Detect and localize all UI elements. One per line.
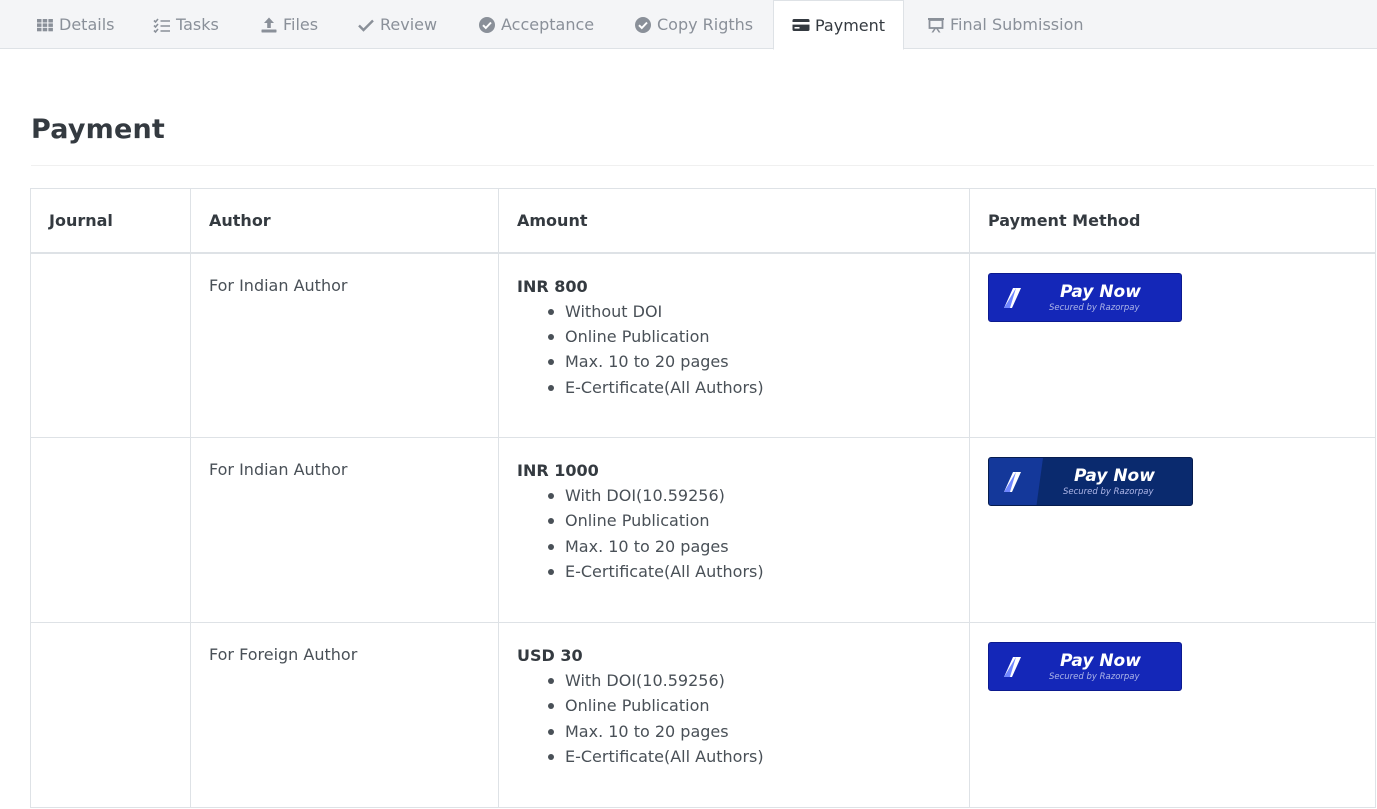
tab-label: Tasks [176,15,219,34]
feature-list: Without DOI Online Publication Max. 10 t… [517,299,951,401]
journal-cell [30,437,191,623]
amount-cell: INR 1000 With DOI(10.59256) Online Publi… [498,437,970,623]
credit-card-icon [792,19,810,31]
pay-now-button[interactable]: Pay Now Secured by Razorpay [988,457,1193,506]
feature-list: With DOI(10.59256) Online Publication Ma… [517,668,951,770]
table-row: For Foreign Author USD 30 With DOI(10.59… [30,622,1376,808]
tab-label: Copy Rigths [657,15,754,34]
page-title: Payment [31,114,166,145]
check-icon [358,19,374,32]
tab-label: Review [380,15,438,34]
tab-payment[interactable]: Payment [773,0,905,50]
table-row: For Indian Author INR 1000 With DOI(10.5… [30,437,1376,623]
feature-item: E-Certificate(All Authors) [547,375,951,400]
secured-by-label: Secured by Razorpay [1049,672,1140,682]
amount-cell: USD 30 With DOI(10.59256) Online Publica… [498,622,970,808]
amount-value: INR 800 [517,276,588,296]
payment-table: Journal Author Amount Payment Method For… [30,188,1376,808]
upload-icon [261,17,277,32]
author-cell: For Indian Author [190,252,499,438]
tab-label: Acceptance [501,15,595,34]
table-row: For Indian Author INR 800 Without DOI On… [30,252,1376,438]
tab-tasks[interactable]: Tasks [153,0,219,49]
secured-by-label: Secured by Razorpay [1063,487,1154,497]
tab-label: Details [59,15,115,34]
secured-by-label: Secured by Razorpay [1049,302,1140,313]
feature-item: E-Certificate(All Authors) [547,744,951,769]
razorpay-logo-icon [989,274,1039,321]
tab-label: Payment [815,15,886,35]
feature-item: With DOI(10.59256) [547,668,951,693]
journal-cell [30,622,191,808]
feature-item: Max. 10 to 20 pages [547,719,951,744]
column-header-amount: Amount [498,188,970,254]
pay-now-label: Pay Now [1060,281,1141,302]
feature-list: With DOI(10.59256) Online Publication Ma… [517,483,951,585]
tab-files[interactable]: Files [260,0,318,49]
amount-value: USD 30 [517,646,583,665]
amount-cell: INR 800 Without DOI Online Publication M… [498,252,970,438]
author-cell: For Foreign Author [190,622,499,808]
column-header-payment-method: Payment Method [969,188,1376,254]
check-circle-icon [479,16,495,33]
check-circle-icon [635,16,651,33]
razorpay-logo-icon [989,643,1039,690]
column-header-journal: Journal [30,188,191,254]
pay-now-button[interactable]: Pay Now Secured by Razorpay [988,272,1182,322]
tab-acceptance[interactable]: Acceptance [478,0,594,49]
pay-now-label: Pay Now [1074,466,1155,486]
feature-item: Max. 10 to 20 pages [547,349,951,374]
tab-review[interactable]: Review [357,0,437,49]
checklist-icon [153,17,170,33]
pay-now-label: Pay Now [1060,651,1141,671]
payment-method-cell: Pay Now Secured by Razorpay [969,622,1376,808]
feature-item: E-Certificate(All Authors) [547,559,951,584]
razorpay-logo-icon [989,458,1043,505]
payment-method-cell: Pay Now Secured by Razorpay [969,252,1376,438]
tab-label: Files [283,15,319,34]
feature-item: Online Publication [547,693,951,718]
tab-label: Final Submission [950,15,1084,34]
projector-icon [928,17,944,32]
journal-cell [30,252,191,438]
feature-item: Max. 10 to 20 pages [547,534,951,559]
column-header-author: Author [190,188,499,254]
feature-item: Online Publication [547,324,951,349]
tab-details[interactable]: Details [36,0,114,49]
tab-bar: Details Tasks Files Review Acceptance Co… [0,0,1377,50]
payment-method-cell: Pay Now Secured by Razorpay [969,437,1376,623]
feature-item: Online Publication [547,508,951,533]
author-cell: For Indian Author [190,437,499,623]
feature-item: With DOI(10.59256) [547,483,951,508]
tab-copy-rights[interactable]: Copy Rigths [634,0,753,49]
grid-icon [37,18,53,31]
table-header-row: Journal Author Amount Payment Method [30,188,1376,254]
feature-item: Without DOI [547,299,951,324]
amount-value: INR 1000 [517,461,599,480]
pay-now-button[interactable]: Pay Now Secured by Razorpay [988,642,1182,691]
tab-final-submission[interactable]: Final Submission [927,0,1084,49]
divider [31,165,1374,166]
